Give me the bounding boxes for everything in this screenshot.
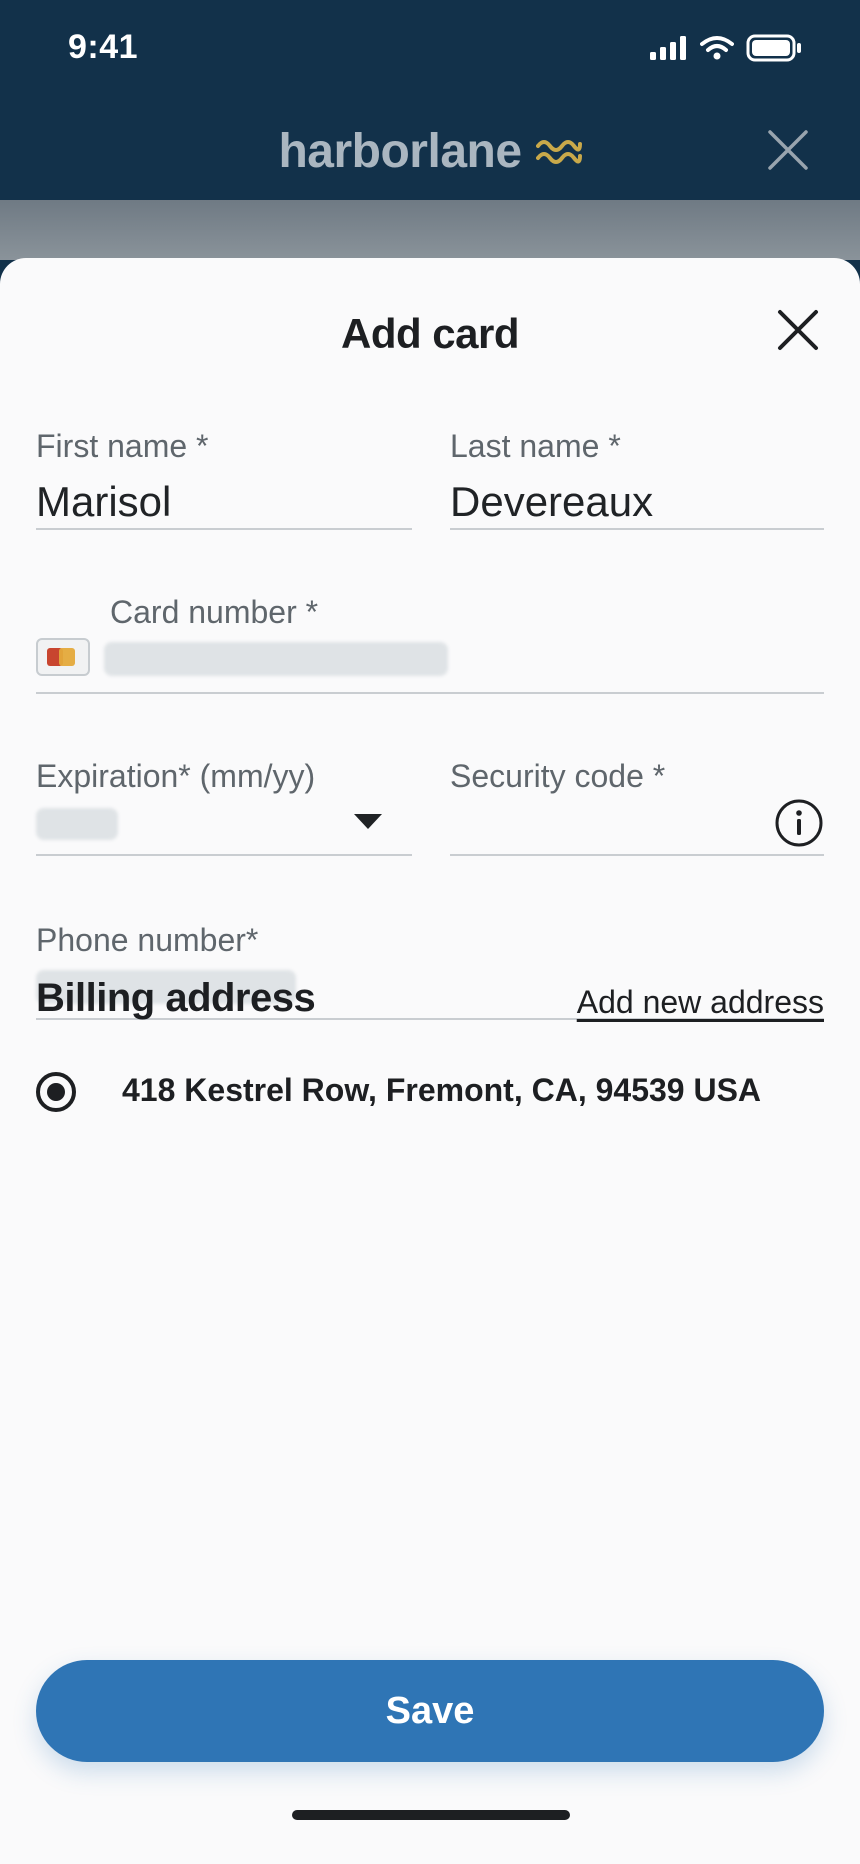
signal-icon: [650, 36, 686, 60]
status-time: 9:41: [68, 28, 139, 66]
card-number-value-redacted: [104, 642, 448, 676]
first-name-value: Marisol: [36, 478, 172, 525]
last-name-field[interactable]: Last name * Devereaux: [450, 428, 824, 530]
card-number-label: Card number *: [110, 594, 319, 630]
brand-name: harborlane: [278, 125, 522, 178]
security-code-label: Security code *: [450, 758, 666, 794]
dropdown-caret-icon[interactable]: [354, 814, 382, 829]
status-bar: 9:41: [0, 0, 860, 100]
battery-icon: [746, 34, 801, 62]
close-icon[interactable]: [764, 126, 812, 174]
first-name-label: First name *: [36, 428, 209, 464]
phone-number-label: Phone number*: [36, 922, 259, 958]
address-option[interactable]: 418 Kestrel Row, Fremont, CA, 94539 USA: [36, 1066, 826, 1126]
billing-address-title: Billing address: [36, 976, 316, 1020]
wave-icon: [535, 140, 582, 165]
save-button[interactable]: Save: [36, 1660, 824, 1762]
brand-logo: harborlane: [0, 124, 860, 179]
wifi-icon: [700, 36, 734, 60]
expiration-field[interactable]: Expiration* (mm/yy): [36, 758, 412, 856]
expiration-value-redacted: [36, 808, 118, 840]
close-sheet-icon[interactable]: [772, 304, 824, 356]
status-icons: [650, 34, 802, 62]
app-header: harborlane: [0, 100, 860, 200]
modal-backdrop: [0, 200, 860, 260]
radio-selected-icon[interactable]: [36, 1072, 76, 1112]
add-new-address-link[interactable]: Add new address: [577, 984, 824, 1021]
last-name-value: Devereaux: [450, 478, 654, 525]
last-name-label: Last name *: [450, 428, 621, 464]
credit-card-icon: [36, 638, 90, 676]
sheet-title: Add card: [340, 310, 520, 357]
add-card-sheet: Add card First name * Marisol Last name …: [0, 258, 860, 1864]
security-code-field[interactable]: Security code *: [450, 758, 824, 856]
card-number-field[interactable]: Card number *: [36, 594, 824, 694]
expiration-label: Expiration* (mm/yy): [36, 758, 316, 794]
home-indicator: [292, 1810, 570, 1820]
first-name-field[interactable]: First name * Marisol: [36, 428, 412, 530]
address-text: 418 Kestrel Row, Fremont, CA, 94539 USA: [122, 1072, 762, 1108]
info-icon[interactable]: [774, 798, 824, 848]
